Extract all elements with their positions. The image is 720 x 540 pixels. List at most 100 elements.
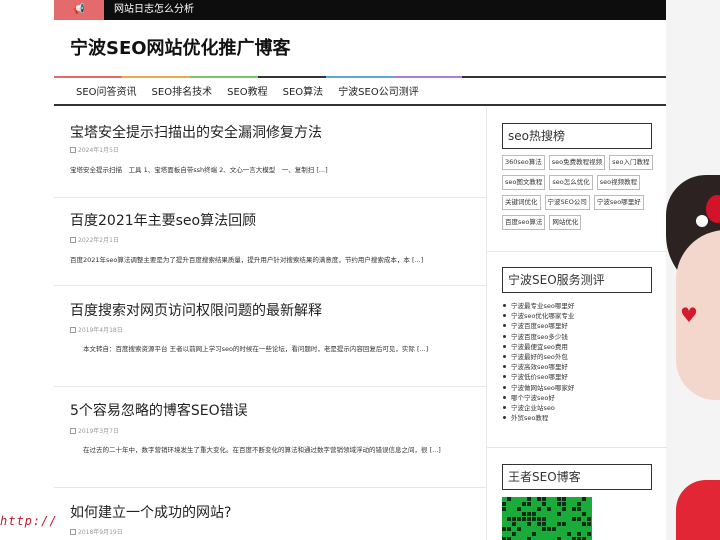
post-excerpt: 本文转自：百度搜索资源平台 王者以前网上学习seo的时候在一些论坛，看问题时，老… [70,345,429,353]
tag-link[interactable]: seo图文教程 [502,175,546,190]
qr-module [507,527,511,531]
qr-module [517,517,521,521]
qr-module [577,517,581,521]
qr-module [582,512,586,516]
color-stripes [54,76,666,78]
tag-link[interactable]: seo入门教程 [609,155,653,170]
post-item: 5个容易忽略的博客SEO错误 2019年3月7日 在过去的二十年中，数字营销环境… [54,387,486,488]
top-news-link[interactable]: 网站日志怎么分析 [114,0,194,20]
tag-link[interactable]: seo免费教程视频 [548,155,606,170]
main-nav: SEO问答资讯 SEO排名技术 SEO教程 SEO算法 宁波SEO公司测评 [54,80,666,106]
list-item[interactable]: 宁波高效seo哪里好 [503,362,574,372]
qr-module [587,517,591,521]
qr-module [537,522,541,526]
nav-item-seo-tutorial[interactable]: SEO教程 [227,80,268,104]
qr-module [527,512,531,516]
tag-link[interactable]: seo视频教程 [596,175,641,190]
tag-link[interactable]: 关键词优化 [502,195,541,210]
list-item[interactable]: 哪个宁波seo好 [503,393,574,403]
tag-link[interactable]: 网站优化 [549,215,582,230]
qr-module [532,517,536,521]
qr-module [562,522,566,526]
qr-module [542,517,546,521]
qr-module [582,497,586,501]
list-item[interactable]: 宁波做网站seo哪家好 [503,383,574,393]
post-title[interactable]: 百度2021年主要seo算法回顾 [70,210,256,230]
qr-module [542,502,546,506]
post-title[interactable]: 5个容易忽略的博客SEO错误 [70,400,248,420]
qr-module [572,507,576,511]
post-excerpt: 百度2021年seo算法调整主要是为了提升百度搜索结果质量，提升用户针对搜索结果… [70,256,424,264]
qr-module [532,532,536,536]
list-item[interactable]: 宁波低价seo哪里好 [503,372,574,382]
list-item[interactable]: 宁波最专业seo哪里好 [503,301,574,311]
list-item[interactable]: 宁波百度seo哪里好 [503,321,574,331]
background-illustration: ♥ [666,0,720,540]
tag-link[interactable]: 百度seo算法 [502,215,546,230]
post-title[interactable]: 百度搜索对网页访问权限问题的最新解释 [70,300,322,320]
qr-module [577,532,581,536]
post-date: 2024年1月5日 [70,145,119,154]
qr-module [502,507,506,511]
qr-module [542,527,546,531]
illustration-dress [676,480,720,540]
list-item[interactable]: 宁波最便宜seo费用 [503,342,574,352]
site-title[interactable]: 宁波SEO网站优化推广博客 [70,34,291,60]
qr-module [542,497,546,501]
tag-link[interactable]: 宁波seo哪里好 [593,195,644,210]
nav-item-seo-ranking[interactable]: SEO排名技术 [152,80,213,104]
qr-module [527,502,531,506]
nav-item-ningbo-review[interactable]: 宁波SEO公司测评 [338,80,419,104]
nav-item-seo-qa[interactable]: SEO问答资讯 [76,80,137,104]
qr-module [517,507,521,511]
qr-module [507,497,511,501]
list-item[interactable]: 宁波百度seo多少钱 [503,332,574,342]
qr-module [532,512,536,516]
heart-icon: ♥ [680,303,698,327]
qr-module [587,532,591,536]
post-item: 如何建立一个成功的网站? 2018年9月19日 [54,488,486,540]
qr-module [527,517,531,521]
post-title[interactable]: 如何建立一个成功的网站? [70,502,231,522]
tag-link[interactable]: seo怎么优化 [549,175,593,190]
list-item[interactable]: 宁波企业站seo [503,403,574,413]
top-news-bar: 📢 网站日志怎么分析 [54,0,666,20]
calendar-icon [70,327,76,333]
tag-link[interactable]: 宁波SEO公司 [544,195,590,210]
post-item: 百度搜索对网页访问权限问题的最新解释 2019年4月18日 本文转自：百度搜索资… [54,286,486,387]
qr-module [527,522,531,526]
qr-module [582,522,586,526]
nav-item-seo-algorithm[interactable]: SEO算法 [283,80,324,104]
qr-module [557,502,561,506]
tag-link[interactable]: 360seo算法 [502,155,545,170]
qr-module [562,497,566,501]
sidebar: seo热搜榜 360seo算法 seo免费教程视频 seo入门教程 seo图文教… [486,107,667,540]
widget-divider [487,447,667,448]
post-title[interactable]: 宝塔安全提示扫描出的安全漏洞修复方法 [70,122,322,142]
qr-module [537,517,541,521]
qr-module [527,497,531,501]
list-item[interactable]: 宁波seo优化哪家专业 [503,311,574,321]
post-list: 宝塔安全提示扫描出的安全漏洞修复方法 2024年1月5日 宝塔安全提示扫描 工具… [54,107,486,540]
qr-module [542,522,546,526]
qr-module [557,512,561,516]
qr-module [512,522,516,526]
widget-title: seo热搜榜 [502,123,652,149]
megaphone-icon: 📢 [54,0,104,20]
qr-module [512,532,516,536]
post-excerpt: 宝塔安全提示扫描 工具 1、宝塔面板自带ssh终端 2、文心一言大模型 一、复制… [70,166,328,174]
calendar-icon [70,147,76,153]
wechat-qr-code [502,497,592,540]
list-item[interactable]: 外贸seo教程 [503,413,574,423]
qr-module [502,527,506,531]
list-item[interactable]: 宁波最好的seo外包 [503,352,574,362]
post-date: 2019年4月18日 [70,325,123,334]
qr-module [557,497,561,501]
tag-cloud: 360seo算法 seo免费教程视频 seo入门教程 seo图文教程 seo怎么… [502,155,657,230]
qr-module [537,507,541,511]
post-item: 宝塔安全提示扫描出的安全漏洞修复方法 2024年1月5日 宝塔安全提示扫描 工具… [54,107,486,198]
illustration-bow-dot [696,215,708,227]
qr-module [537,497,541,501]
qr-module [557,522,561,526]
post-date: 2018年9月19日 [70,527,123,536]
